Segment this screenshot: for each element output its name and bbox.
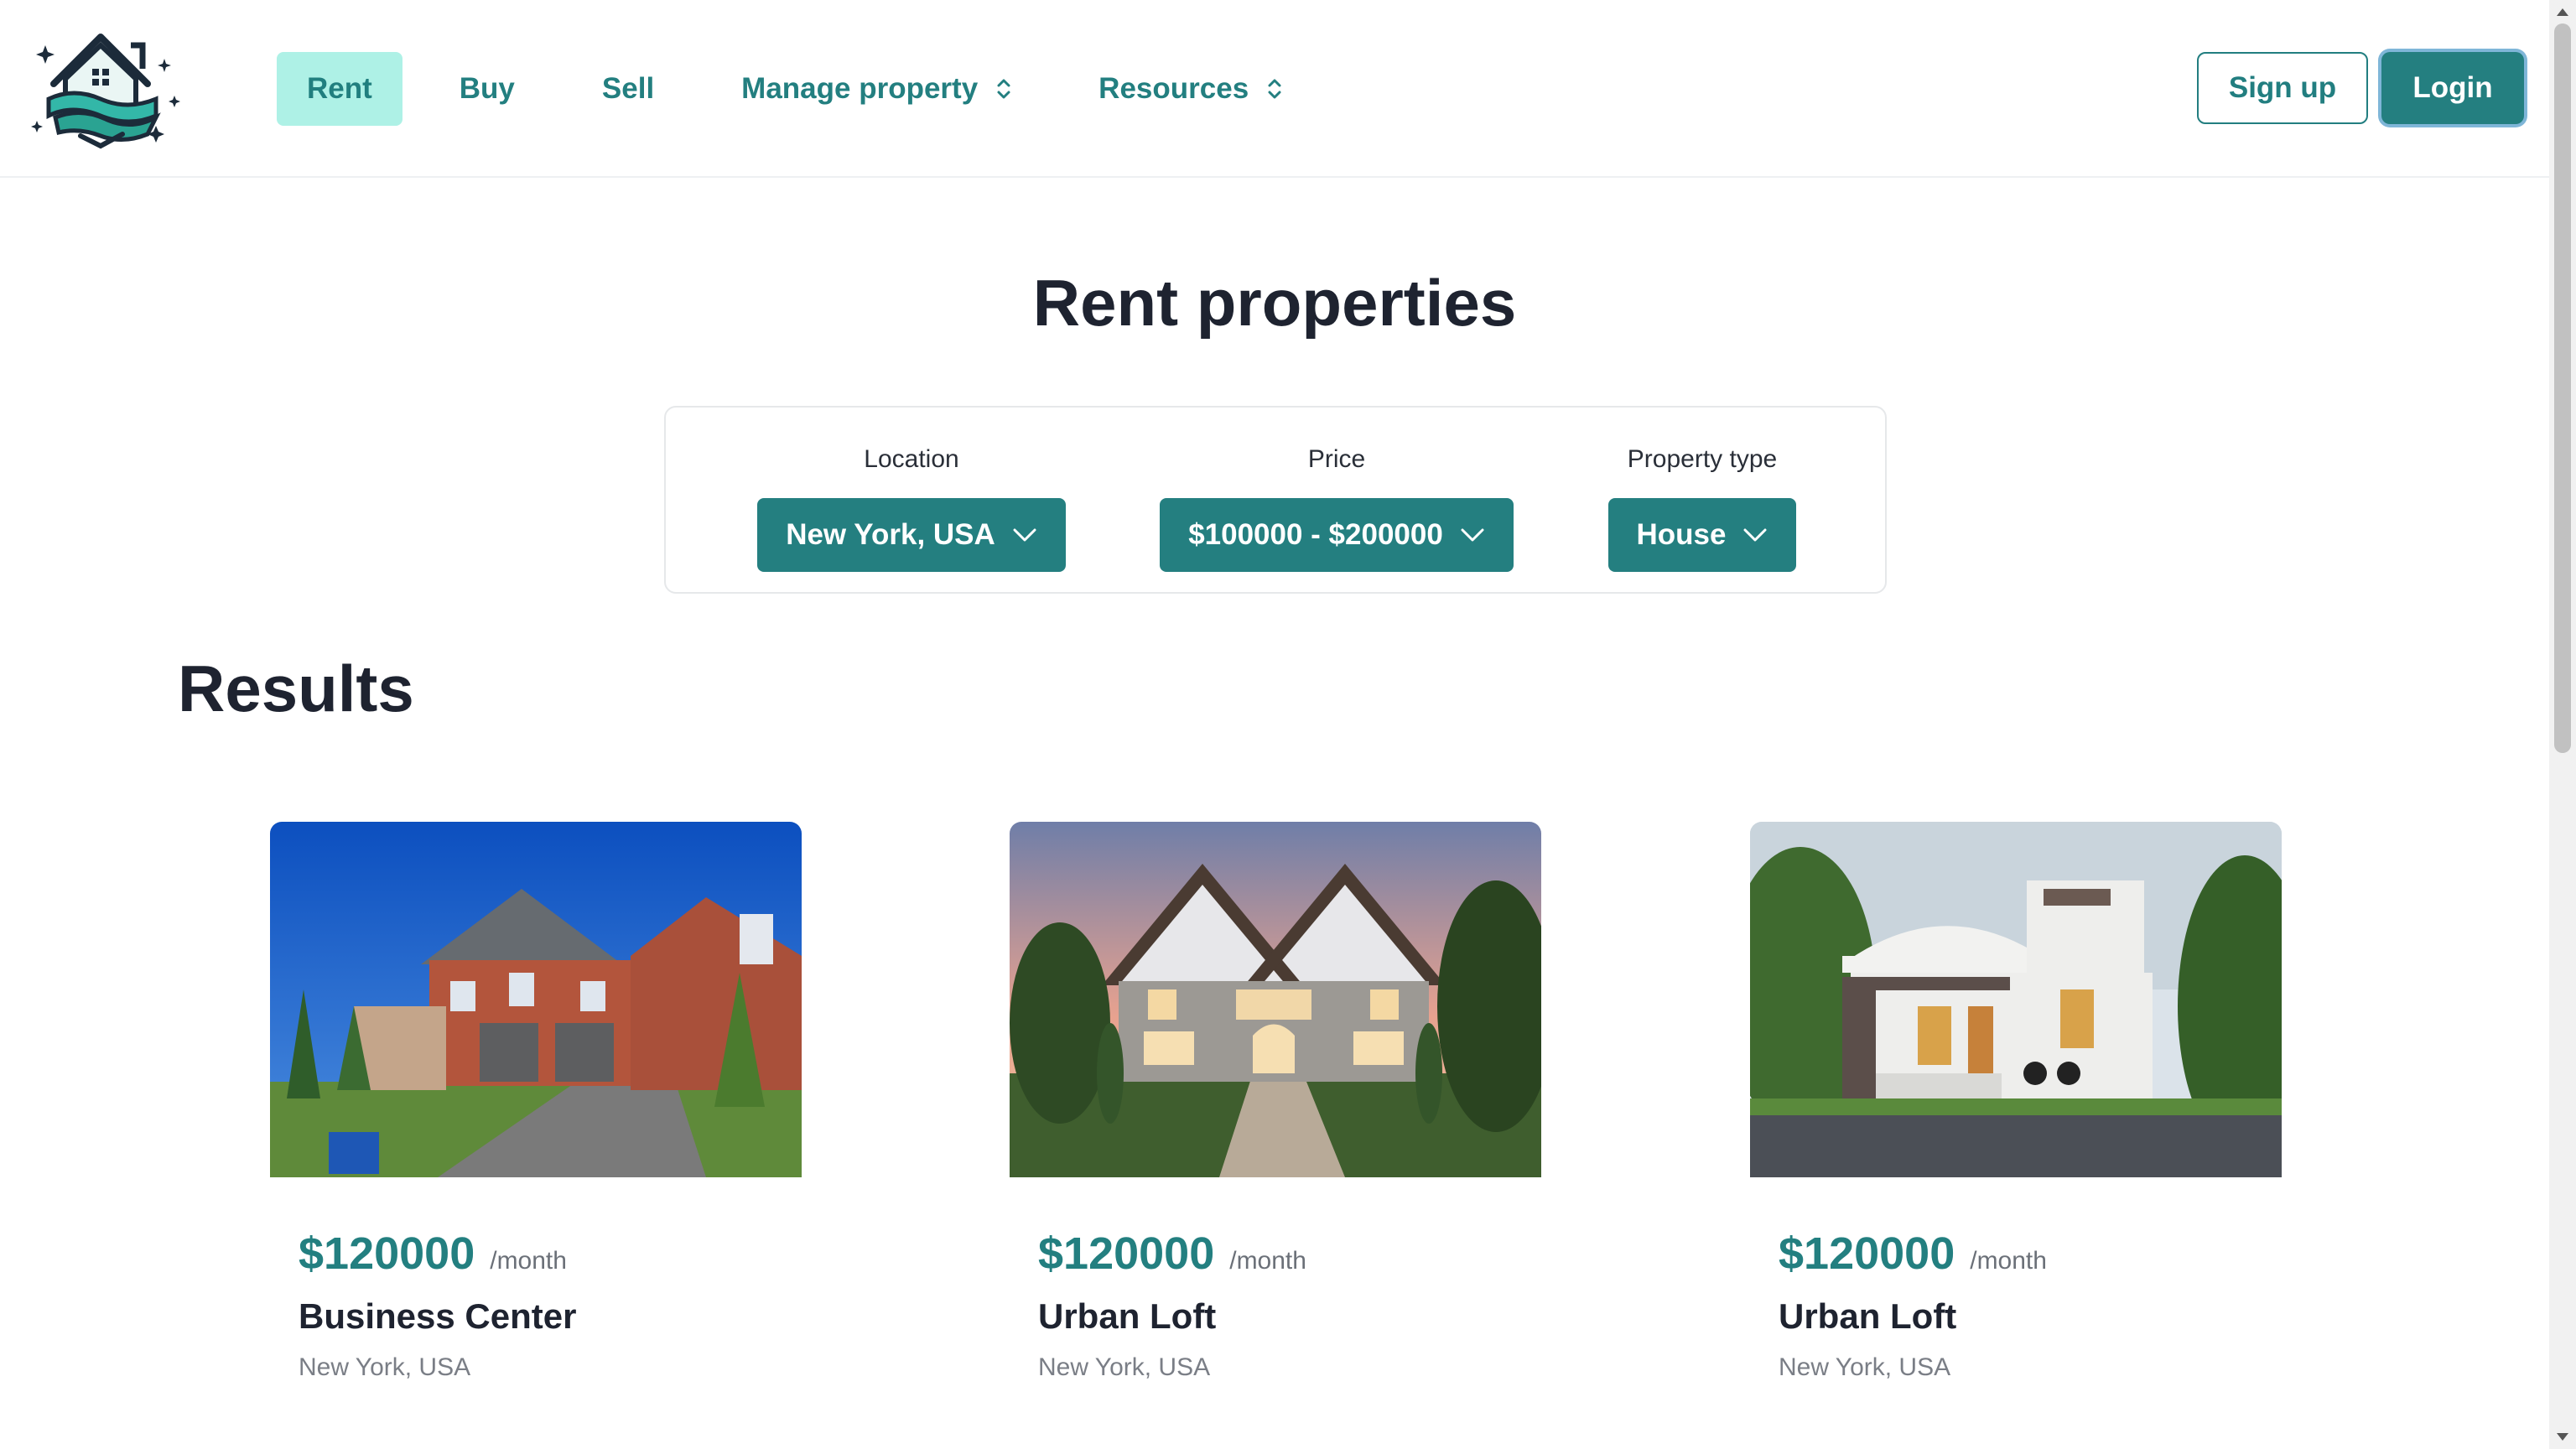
card-title: Urban Loft xyxy=(1038,1296,1217,1336)
card-location: New York, USA xyxy=(299,1353,471,1381)
page-title: Rent properties xyxy=(1032,266,1517,340)
main-nav: Rent Buy Sell Manage property Resources xyxy=(277,52,1339,126)
nav-label: Buy xyxy=(459,72,515,105)
scrollbar-thumb[interactable] xyxy=(2554,23,2571,753)
card-body: $120000 /month Business Center New York,… xyxy=(270,1228,803,1382)
signup-button[interactable]: Sign up xyxy=(2197,52,2368,124)
price-dropdown[interactable]: $100000 - $200000 xyxy=(1160,498,1514,572)
nav-resources[interactable]: Resources xyxy=(1068,52,1312,126)
card-title: Urban Loft xyxy=(1779,1296,1957,1336)
card-title: Business Center xyxy=(299,1296,577,1336)
card-period: /month xyxy=(1229,1247,1306,1275)
filter-panel: Location New York, USA Price $100000 - $… xyxy=(664,406,1887,594)
chevron-down-icon xyxy=(1743,528,1767,542)
property-type-dropdown[interactable]: House xyxy=(1607,498,1797,572)
card-body: $120000 /month Urban Loft New York, USA xyxy=(1750,1228,2283,1382)
card-period: /month xyxy=(1970,1247,2047,1275)
price-row: $120000 /month xyxy=(299,1228,803,1279)
property-type-label: Property type xyxy=(1627,445,1778,473)
chevron-down-icon xyxy=(1013,528,1036,542)
location-dropdown[interactable]: New York, USA xyxy=(757,498,1066,572)
price-value: $100000 - $200000 xyxy=(1188,518,1443,551)
property-type-value: House xyxy=(1636,518,1727,551)
nav-sell[interactable]: Sell xyxy=(572,52,684,126)
sort-icon xyxy=(997,79,1010,99)
scroll-up-arrow-icon[interactable] xyxy=(2557,8,2568,16)
nav-buy[interactable]: Buy xyxy=(429,52,545,126)
results-heading: Results xyxy=(178,652,414,725)
house-logo-icon[interactable] xyxy=(30,29,190,149)
card-price: $120000 xyxy=(1779,1228,1955,1279)
card-location: New York, USA xyxy=(1779,1353,1951,1381)
modern-villa-image xyxy=(1750,822,2282,1177)
top-navbar: Rent Buy Sell Manage property Resources … xyxy=(0,0,2549,178)
tudor-house-image xyxy=(1010,822,1541,1177)
login-button[interactable]: Login xyxy=(2381,52,2524,124)
property-type-filter: Property type House xyxy=(1605,441,1800,572)
price-label: Price xyxy=(1307,445,1366,473)
location-value: New York, USA xyxy=(786,518,995,551)
property-card[interactable]: $120000 /month Urban Loft New York, USA xyxy=(1750,822,2283,1382)
nav-label: Resources xyxy=(1098,72,1249,105)
card-price: $120000 xyxy=(1038,1228,1215,1279)
nav-label: Manage property xyxy=(741,72,979,105)
nav-label: Rent xyxy=(307,72,372,105)
property-card[interactable]: $120000 /month Business Center New York,… xyxy=(270,822,803,1382)
card-location: New York, USA xyxy=(1038,1353,1211,1381)
card-price: $120000 xyxy=(299,1228,475,1279)
nav-rent[interactable]: Rent xyxy=(277,52,402,126)
card-period: /month xyxy=(490,1247,567,1275)
location-label: Location xyxy=(864,445,959,473)
price-row: $120000 /month xyxy=(1779,1228,2283,1279)
nav-label: Sell xyxy=(601,72,655,105)
price-filter: Price $100000 - $200000 xyxy=(1157,441,1516,572)
scroll-down-arrow-icon[interactable] xyxy=(2557,1433,2568,1441)
brick-house-image xyxy=(270,822,802,1177)
page-scrollbar[interactable] xyxy=(2549,0,2576,1449)
location-filter: Location New York, USA xyxy=(755,441,1068,572)
price-row: $120000 /month xyxy=(1038,1228,1543,1279)
card-body: $120000 /month Urban Loft New York, USA xyxy=(1010,1228,1543,1382)
chevron-down-icon xyxy=(1461,528,1484,542)
property-card[interactable]: $120000 /month Urban Loft New York, USA xyxy=(1010,822,1543,1382)
nav-manage-property[interactable]: Manage property xyxy=(711,52,1041,126)
sort-icon xyxy=(1268,79,1281,99)
